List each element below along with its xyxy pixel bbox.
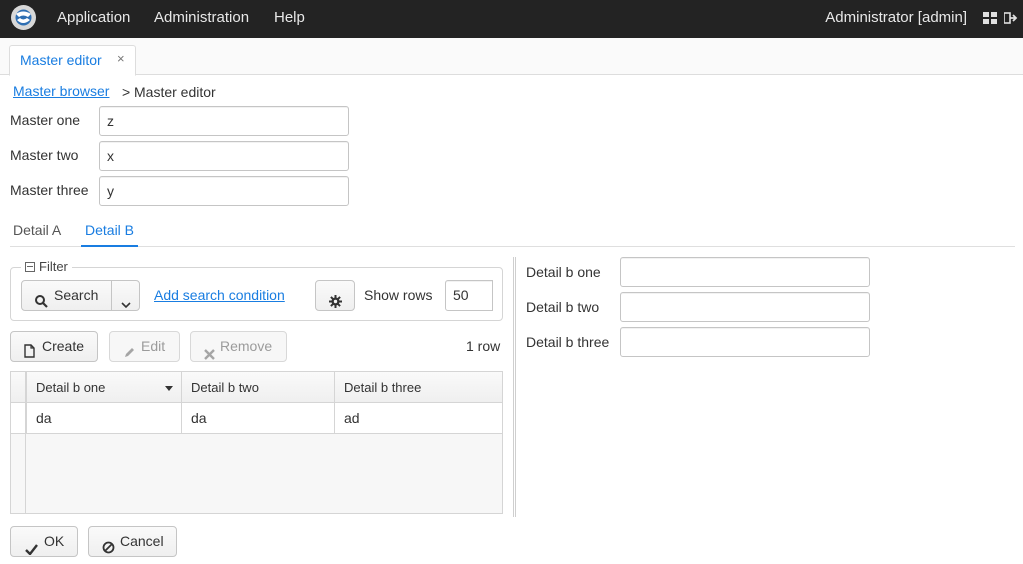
search-dropdown-button[interactable] — [111, 280, 140, 311]
filter-settings-button[interactable] — [315, 280, 355, 311]
row-selector-column — [11, 372, 26, 513]
gear-icon — [329, 289, 342, 318]
pencil-icon — [123, 340, 136, 369]
search-button-label: Search — [54, 287, 99, 303]
cancel-button[interactable]: Cancel — [88, 526, 177, 557]
table-header: Detail b one Detail b two Detail b three — [11, 372, 502, 403]
tab-detail-a[interactable]: Detail A — [13, 222, 61, 238]
column-header-detail-b-two[interactable]: Detail b two — [181, 372, 334, 403]
table-cell: da — [181, 403, 334, 433]
ban-icon — [102, 535, 115, 564]
app-logo-icon[interactable] — [11, 5, 36, 30]
remove-x-icon — [204, 341, 215, 370]
detail-b-one-label: Detail b one — [526, 264, 601, 280]
show-rows-label: Show rows — [364, 287, 433, 303]
master-three-label: Master three — [10, 182, 89, 198]
row-count: 1 row — [466, 338, 501, 354]
close-icon[interactable]: × — [117, 51, 125, 66]
window-tab-label: Master editor — [20, 52, 102, 68]
edit-button-label: Edit — [141, 338, 166, 354]
top-navbar: Application Administration Help Administ… — [0, 0, 1023, 38]
master-three-field[interactable]: y — [99, 176, 349, 206]
detail-table: Detail b one Detail b two Detail b three… — [10, 371, 503, 514]
remove-button-label: Remove — [220, 338, 273, 354]
menu-help[interactable]: Help — [274, 0, 305, 38]
detail-b-three-field[interactable] — [620, 327, 870, 357]
breadcrumb-current: Master editor — [134, 84, 216, 100]
split-panel-divider[interactable] — [513, 257, 516, 517]
ok-button-label: OK — [44, 533, 65, 549]
tab-detail-b[interactable]: Detail B — [85, 222, 134, 238]
grid-apps-icon[interactable] — [983, 11, 997, 25]
sort-desc-icon — [165, 386, 173, 391]
file-icon — [24, 339, 35, 368]
table-cell: ad — [334, 403, 502, 433]
column-header-detail-b-three[interactable]: Detail b three — [334, 372, 502, 403]
active-tab-indicator — [81, 245, 138, 247]
master-one-field[interactable]: z — [99, 106, 349, 136]
search-icon — [35, 289, 48, 318]
detail-b-three-label: Detail b three — [526, 334, 610, 350]
table-row[interactable]: da da ad — [11, 403, 502, 434]
master-one-label: Master one — [10, 112, 81, 128]
column-header-detail-b-one[interactable]: Detail b one — [26, 372, 181, 403]
window-tab-master-editor[interactable]: Master editor × — [9, 45, 136, 76]
detail-tabsheet: Detail A Detail B — [10, 214, 1015, 247]
collapse-icon[interactable] — [25, 262, 35, 272]
breadcrumb-separator: > — [122, 84, 131, 100]
remove-button[interactable]: Remove — [190, 331, 287, 362]
filter-legend[interactable]: Filter — [21, 259, 72, 275]
filter-legend-label: Filter — [39, 259, 68, 274]
detail-b-two-label: Detail b two — [526, 299, 600, 315]
checkmark-icon — [25, 536, 38, 564]
create-button[interactable]: Create — [10, 331, 98, 362]
cancel-button-label: Cancel — [120, 533, 164, 549]
detail-b-one-field[interactable] — [620, 257, 870, 287]
column-header-label: Detail b one — [36, 380, 106, 395]
table-cell: da — [26, 403, 181, 433]
master-two-field[interactable]: x — [99, 141, 349, 171]
ok-button[interactable]: OK — [10, 526, 78, 557]
master-two-label: Master two — [10, 147, 79, 163]
logout-icon[interactable] — [1003, 11, 1018, 25]
user-menu[interactable]: Administrator [admin] — [825, 0, 967, 38]
search-button[interactable]: Search — [21, 280, 112, 311]
chevron-down-icon — [121, 290, 131, 319]
menu-administration[interactable]: Administration — [154, 0, 249, 38]
detail-b-two-field[interactable] — [620, 292, 870, 322]
show-rows-select[interactable]: 50 — [445, 280, 493, 311]
add-search-condition-link[interactable]: Add search condition — [154, 287, 285, 303]
create-button-label: Create — [42, 338, 85, 354]
breadcrumb-link-master-browser[interactable]: Master browser — [13, 83, 109, 99]
menu-application[interactable]: Application — [57, 0, 130, 38]
window-tab-strip: Master editor × — [0, 38, 1023, 76]
edit-button[interactable]: Edit — [109, 331, 180, 362]
